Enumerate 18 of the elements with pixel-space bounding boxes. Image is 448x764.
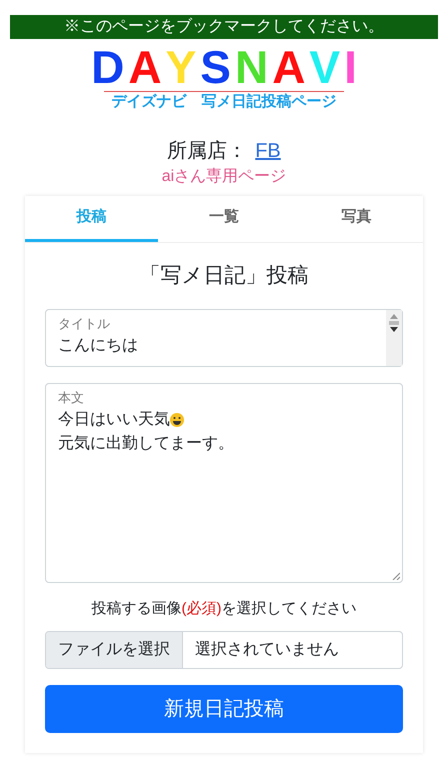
notice-banner: ※このページをブックマークしてください。 [10,15,438,39]
scroll-down-arrow-icon[interactable] [390,327,398,332]
shop-link[interactable]: FB [255,138,281,164]
tab[interactable]: 写真 [290,196,424,242]
resize-handle-icon[interactable] [392,572,400,580]
logo: DAYSNAVI デイズナビ 写メ日記投稿ページ [91,45,357,112]
shop-label: 所属店： [167,139,248,164]
body-field[interactable]: 本文 今日はいい天気 元気に出勤してまーす。 [45,383,403,583]
submit-button[interactable]: 新規日記投稿 [45,685,403,733]
title-field[interactable]: タイトル こんにちは [45,309,403,367]
body-text-line: 元気に出勤してまーす。 [58,434,234,454]
body-text-line: 今日はいい天気 [58,410,170,430]
tab[interactable]: 一覧 [158,196,290,242]
form-heading: 「写メ日記」投稿 [138,263,310,289]
user-page-label: aiさん専用ページ [162,166,286,187]
scrollbar[interactable] [386,310,402,366]
image-prompt: 投稿する画像(必須)を選択してください [90,599,358,619]
file-input[interactable]: ファイルを選択 選択されていません [45,631,403,669]
